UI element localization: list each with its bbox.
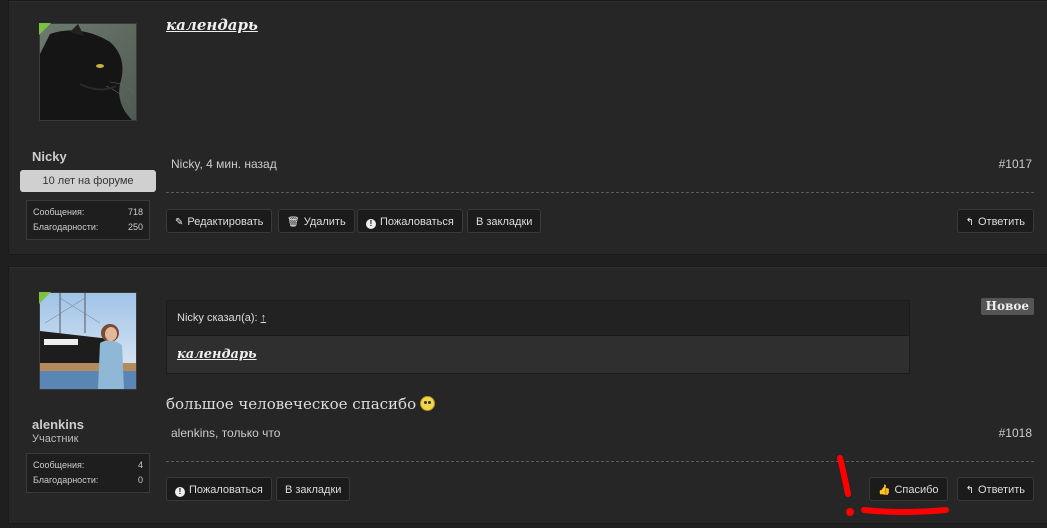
- user-title: Участник: [32, 433, 79, 445]
- bookmark-label: В закладки: [285, 484, 342, 496]
- reply-label: Ответить: [977, 216, 1025, 228]
- delete-label: Удалить: [303, 216, 346, 228]
- stat-value: 718: [127, 207, 143, 217]
- quote-title-link[interactable]: календарь: [177, 347, 257, 362]
- post-meta[interactable]: Nicky, 4 мин. назад: [171, 157, 277, 171]
- avatar-wrap: [39, 23, 137, 121]
- stat-messages: Сообщения: 4: [33, 460, 143, 470]
- avatar[interactable]: [39, 23, 137, 121]
- delete-button[interactable]: 🗑 Удалить: [278, 209, 355, 233]
- divider: [166, 461, 1034, 462]
- trash-icon: 🗑: [287, 217, 300, 228]
- reply-button[interactable]: ↰ Ответить: [956, 477, 1034, 501]
- post-number[interactable]: #1018: [999, 426, 1032, 440]
- stat-value: 4: [137, 460, 143, 470]
- post-1018: alenkins Участник Сообщения: 4 Благодарн…: [8, 266, 1047, 524]
- alert-icon: !: [175, 487, 185, 497]
- thanks-label: Спасибо: [894, 484, 939, 496]
- report-label: Пожаловаться: [189, 484, 263, 496]
- forum-age-badge: 10 лет на форуме: [20, 170, 156, 192]
- stat-thanks: Благодарности: 250: [33, 222, 143, 232]
- stat-label: Благодарности:: [33, 222, 99, 232]
- new-badge: Новое: [980, 298, 1034, 315]
- user-stats: Сообщения: 4 Благодарности: 0: [26, 453, 150, 493]
- alert-icon: !: [366, 219, 376, 229]
- reply-arrow-icon: ↰: [965, 217, 974, 228]
- user-stats: Сообщения: 718 Благодарности: 250: [26, 200, 150, 240]
- stat-messages: Сообщения: 718: [33, 207, 143, 217]
- online-indicator: [39, 292, 51, 304]
- reply-button[interactable]: ↰ Ответить: [956, 209, 1034, 233]
- online-indicator: [39, 23, 51, 35]
- bookmark-button[interactable]: В закладки: [467, 209, 542, 233]
- stat-thanks: Благодарности: 0: [33, 475, 143, 485]
- stat-label: Сообщения:: [33, 460, 85, 470]
- edit-button[interactable]: ✎ Редактировать: [166, 209, 273, 233]
- panther-avatar-image: [40, 24, 136, 120]
- reply-label: Ответить: [977, 484, 1025, 496]
- avatar[interactable]: [39, 292, 137, 390]
- reply-arrow-icon: ↰: [965, 485, 974, 496]
- pencil-icon: ✎: [175, 217, 184, 228]
- post-1017: Nicky 10 лет на форуме Сообщения: 718 Бл…: [8, 0, 1047, 255]
- bookmark-label: В закладки: [476, 216, 533, 228]
- stat-label: Сообщения:: [33, 207, 85, 217]
- username[interactable]: alenkins: [32, 417, 84, 432]
- quote-header: Nicky сказал(а): ↑: [167, 301, 909, 336]
- report-button[interactable]: ! Пожаловаться: [166, 477, 272, 501]
- post-meta[interactable]: alenkins, только что: [171, 426, 280, 440]
- report-button[interactable]: ! Пожаловаться: [357, 209, 463, 233]
- quote-block: Nicky сказал(а): ↑ календарь: [166, 300, 910, 374]
- smiley-icon: [420, 396, 436, 411]
- ship-avatar-image: [40, 293, 136, 389]
- stat-value: 250: [127, 222, 143, 232]
- post-title-link[interactable]: календарь: [166, 16, 258, 34]
- quote-author: Nicky сказал(а):: [177, 312, 258, 324]
- avatar-wrap: [39, 292, 137, 390]
- thanks-button[interactable]: 👍 Спасибо: [869, 477, 948, 501]
- quote-jump-link[interactable]: ↑: [261, 312, 267, 324]
- report-label: Пожаловаться: [380, 216, 454, 228]
- divider: [166, 192, 1034, 193]
- edit-label: Редактировать: [187, 216, 264, 228]
- post-number[interactable]: #1017: [999, 157, 1032, 171]
- stat-value: 0: [137, 475, 143, 485]
- bookmark-button[interactable]: В закладки: [276, 477, 351, 501]
- thumbs-up-icon: 👍: [878, 485, 891, 496]
- post-message: большое человеческое спасибо: [166, 395, 436, 413]
- stat-label: Благодарности:: [33, 475, 99, 485]
- username[interactable]: Nicky: [32, 149, 67, 164]
- message-text: большое человеческое спасибо: [166, 395, 417, 413]
